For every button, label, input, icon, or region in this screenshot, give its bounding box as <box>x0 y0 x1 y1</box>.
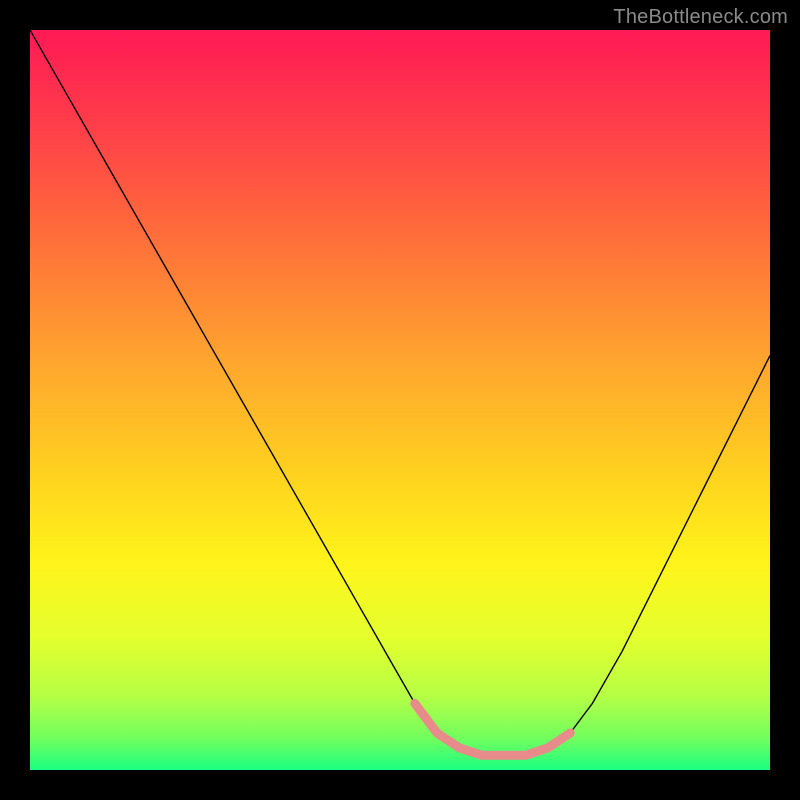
plot-background <box>30 30 770 770</box>
chart-svg <box>30 30 770 770</box>
chart-frame: TheBottleneck.com <box>0 0 800 800</box>
watermark-text: TheBottleneck.com <box>613 6 788 29</box>
plot-area <box>30 30 770 770</box>
